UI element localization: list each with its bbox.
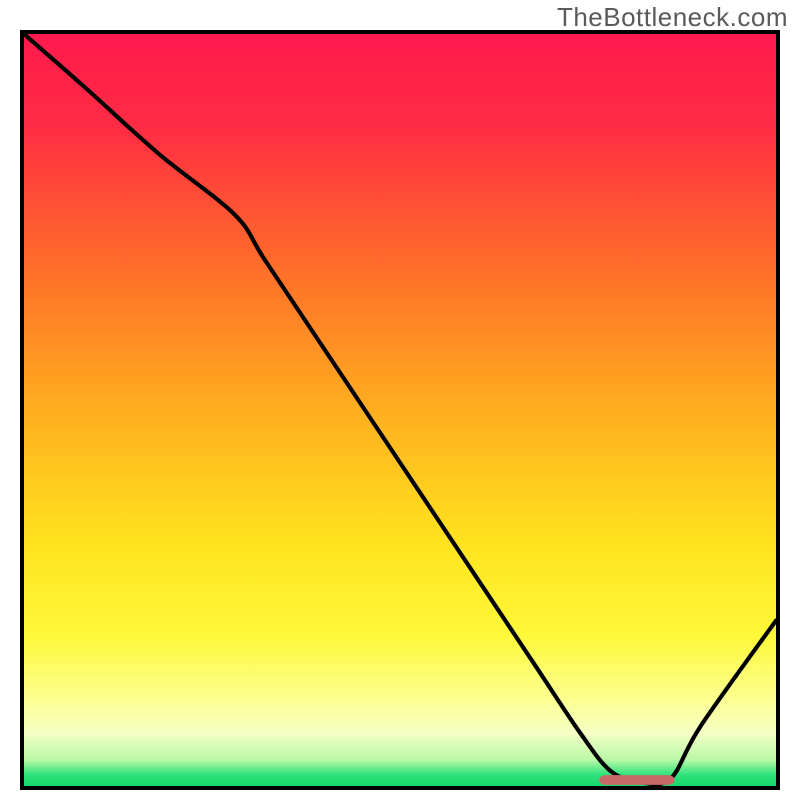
bottleneck-curve-line bbox=[24, 34, 776, 784]
minimum-marker bbox=[599, 775, 674, 785]
watermark-text: TheBottleneck.com bbox=[557, 2, 788, 33]
chart-overlay bbox=[24, 34, 776, 786]
plot-frame bbox=[20, 30, 780, 790]
chart-stage: TheBottleneck.com bbox=[0, 0, 800, 800]
